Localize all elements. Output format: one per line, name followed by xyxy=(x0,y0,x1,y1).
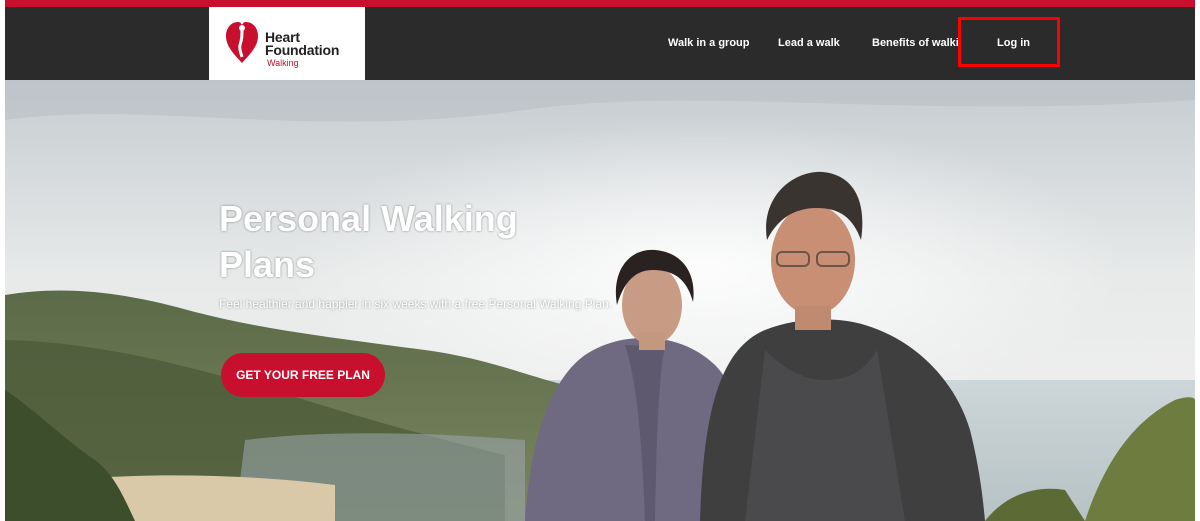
hero-title: Personal Walking Plans xyxy=(219,198,518,285)
top-accent-strip xyxy=(5,0,1195,7)
nav-benefits-of-walking[interactable]: Benefits of walking xyxy=(872,7,958,80)
heart-foundation-logo[interactable]: Heart Foundation Walking xyxy=(209,7,365,80)
logo-text-foundation: Foundation xyxy=(265,42,340,58)
page-frame: Heart Foundation Walking Walk in a group… xyxy=(5,0,1195,521)
hero-subtitle: Feel healthier and happier in six weeks … xyxy=(219,297,613,311)
hero-section: Personal Walking Plans Feel healthier an… xyxy=(5,80,1195,521)
nav-lead-a-walk[interactable]: Lead a walk xyxy=(778,7,840,80)
login-highlight-box xyxy=(958,17,1060,67)
get-free-plan-button[interactable]: GET YOUR FREE PLAN xyxy=(221,353,385,397)
heart-logo-icon xyxy=(226,22,258,63)
nav-walk-in-a-group[interactable]: Walk in a group xyxy=(668,7,750,80)
logo-text-walking: Walking xyxy=(267,58,299,68)
